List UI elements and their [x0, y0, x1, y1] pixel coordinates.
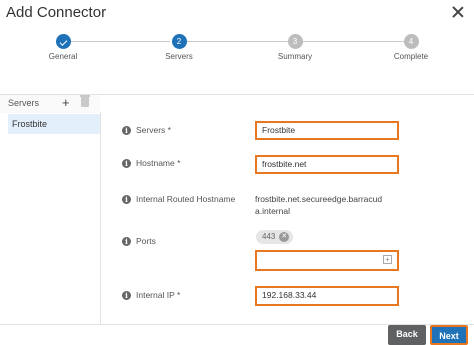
internal-ip-label-text: Internal IP * — [136, 290, 181, 300]
port-chip-label: 443 — [262, 232, 276, 241]
hostname-label-text: Hostname * — [136, 158, 181, 168]
step-label: General — [48, 52, 78, 61]
trash-icon[interactable] — [80, 95, 90, 107]
servers-input[interactable]: Frostbite — [255, 121, 399, 140]
internal-ip-input[interactable]: 192.168.33.44 — [255, 286, 399, 306]
info-icon: i — [122, 236, 131, 246]
sidebar-title: Servers — [8, 98, 40, 108]
add-port-icon[interactable]: + — [383, 255, 392, 264]
info-icon: i — [122, 125, 131, 135]
internal-routed-hostname-label-text: Internal Routed Hostname — [136, 194, 236, 204]
step-label: Servers — [165, 52, 193, 61]
next-button[interactable]: Next — [430, 325, 468, 345]
ports-label: i Ports — [122, 236, 156, 246]
step-summary: 3 Summary — [255, 34, 335, 61]
step-general: General — [23, 34, 103, 61]
internal-routed-hostname-label: i Internal Routed Hostname — [122, 194, 235, 204]
hostname-label: i Hostname * — [122, 158, 180, 168]
remove-chip-icon[interactable]: ✕ — [279, 232, 290, 242]
sidebar-item-frostbite[interactable]: Frostbite — [8, 114, 100, 134]
close-icon[interactable] — [450, 4, 466, 20]
check-icon — [55, 34, 71, 49]
servers-label-text: Servers * — [136, 125, 171, 135]
step-number: 2 — [171, 34, 187, 49]
step-label: Complete — [393, 52, 429, 61]
servers-label: i Servers * — [122, 125, 171, 135]
dialog-title: Add Connector — [6, 4, 107, 21]
internal-ip-label: i Internal IP * — [122, 290, 180, 300]
ports-label-text: Ports — [136, 236, 156, 246]
step-servers: 2 Servers — [139, 34, 219, 61]
sidebar-divider — [100, 112, 101, 324]
step-number: 4 — [403, 34, 419, 49]
port-chip: 443 ✕ — [256, 230, 294, 244]
step-number: 3 — [287, 34, 303, 49]
back-button[interactable]: Back — [388, 325, 426, 345]
hostname-input[interactable]: frostbite.net — [255, 155, 399, 174]
step-complete: 4 Complete — [371, 34, 451, 61]
step-label: Summary — [277, 52, 313, 61]
ports-input[interactable]: + — [255, 250, 399, 271]
info-icon: i — [122, 194, 131, 204]
info-icon: i — [122, 158, 131, 168]
add-icon[interactable]: + — [62, 96, 70, 109]
info-icon: i — [122, 290, 131, 300]
internal-routed-hostname-value: frostbite.net.secureedge.barracuda.inter… — [255, 194, 383, 216]
